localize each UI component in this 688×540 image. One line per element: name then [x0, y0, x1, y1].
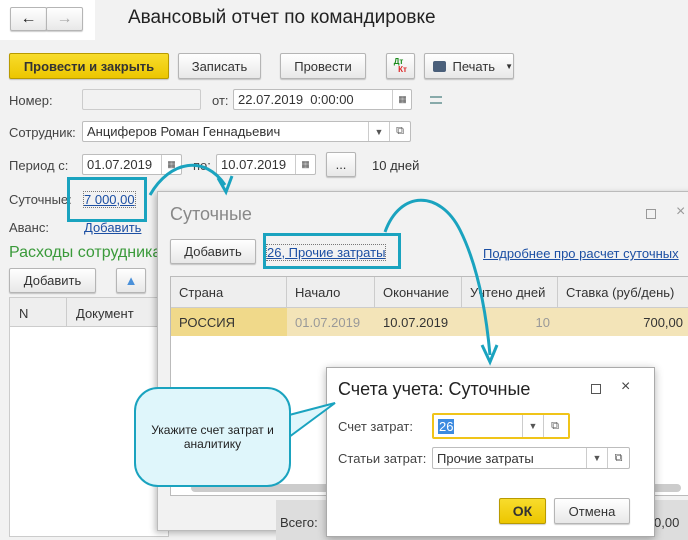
arrow-1	[148, 163, 227, 196]
callout-bubble: Укажите счет затрат и аналитику	[134, 387, 291, 487]
annotation-arrows	[148, 163, 499, 442]
arrow-2	[383, 198, 492, 356]
